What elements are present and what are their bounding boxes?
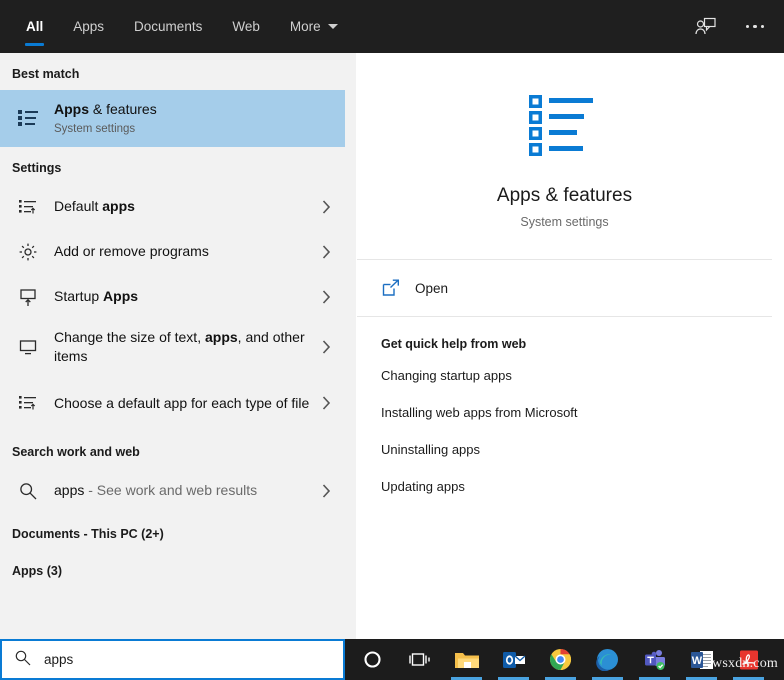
gear-icon (12, 236, 44, 268)
web-search-query: apps (54, 482, 84, 498)
setting-item-change-text-size[interactable]: Change the size of text, apps, and other… (0, 319, 345, 375)
setting-label-choose-default-app-by-file-type: Choose a default app for each type of fi… (54, 394, 315, 413)
taskbar-app-list: W (349, 639, 772, 680)
monitor-upload-icon (12, 281, 44, 313)
tab-all[interactable]: All (11, 0, 58, 53)
windows-search-panel: All Apps Documents Web More (0, 0, 784, 680)
chrome-icon[interactable] (537, 639, 584, 680)
settings-heading: Settings (0, 147, 345, 184)
apps-features-blue-list-icon (356, 93, 773, 157)
documents-group-heading: Documents - This PC (2+) (0, 513, 345, 550)
best-match-heading: Best match (0, 53, 345, 90)
preview-subtitle: System settings (356, 215, 773, 229)
setting-bold-3: apps (205, 329, 238, 345)
open-external-icon (381, 278, 407, 298)
setting-label-startup-apps: Startup Apps (54, 287, 315, 306)
open-action-button[interactable]: Open (356, 260, 773, 316)
default-apps-list-icon (12, 387, 44, 419)
quick-help-link-changing-startup-apps[interactable]: Changing startup apps (356, 357, 773, 394)
quick-help-link-updating-apps[interactable]: Updating apps (356, 468, 773, 505)
preview-title: Apps & features (356, 183, 773, 209)
monitor-icon (12, 331, 44, 363)
teams-icon[interactable] (631, 639, 678, 680)
search-icon (14, 649, 31, 671)
open-action-label: Open (415, 281, 448, 296)
quick-help-link-uninstalling-apps[interactable]: Uninstalling apps (356, 431, 773, 468)
apps-list-icon (12, 103, 44, 135)
apps-group-heading: Apps (3) (0, 550, 345, 587)
setting-pre-2: Startup (54, 288, 103, 304)
tab-documents[interactable]: Documents (119, 0, 217, 53)
setting-item-default-apps[interactable]: Default apps (0, 184, 345, 229)
tab-all-label: All (26, 19, 43, 34)
best-match-subtitle: System settings (54, 121, 337, 137)
tab-documents-label: Documents (134, 19, 202, 34)
preview-pane: Apps & features System settings Open Get… (356, 53, 773, 639)
setting-pre-0: Default (54, 198, 102, 214)
setting-pre-1: Add or remove programs (54, 243, 209, 259)
best-match-result-apps-and-features[interactable]: Apps & features System settings (0, 90, 345, 147)
setting-bold-2: Apps (103, 288, 138, 304)
setting-label-add-or-remove-programs: Add or remove programs (54, 242, 315, 261)
setting-item-startup-apps[interactable]: Startup Apps (0, 274, 345, 319)
watermark-text: wsxdn.com (712, 656, 778, 672)
chevron-down-icon (328, 24, 338, 29)
tab-more-label: More (290, 19, 321, 34)
edge-icon[interactable] (584, 639, 631, 680)
web-search-result-item[interactable]: apps - See work and web results (0, 468, 345, 513)
tabbar-actions (690, 0, 784, 53)
taskbar-search-box[interactable]: apps (0, 639, 345, 680)
ellipsis-dots (746, 25, 765, 29)
tab-web[interactable]: Web (217, 0, 275, 53)
chevron-right-icon (315, 200, 337, 214)
tab-web-label: Web (232, 19, 260, 34)
setting-item-choose-default-app-by-file-type[interactable]: Choose a default app for each type of fi… (0, 375, 345, 431)
task-view-icon[interactable] (396, 639, 443, 680)
chevron-right-icon (315, 484, 337, 498)
chevron-right-icon (315, 340, 337, 354)
chevron-right-icon (315, 290, 337, 304)
search-input-value[interactable]: apps (44, 652, 73, 667)
tab-list: All Apps Documents Web More (0, 0, 353, 53)
cortana-icon[interactable] (349, 639, 396, 680)
setting-label-change-text-size: Change the size of text, apps, and other… (54, 328, 315, 366)
svg-text:W: W (691, 655, 702, 667)
setting-pre-4: Choose a default app for each type of fi… (54, 395, 309, 411)
pane-right-edge (773, 53, 784, 639)
default-apps-list-icon (12, 191, 44, 223)
tab-apps-label: Apps (73, 19, 104, 34)
tab-more[interactable]: More (275, 0, 353, 53)
search-icon (12, 475, 44, 507)
search-results-pane: Best match Apps & features System settin… (0, 53, 345, 639)
chevron-right-icon (315, 245, 337, 259)
outlook-icon[interactable] (490, 639, 537, 680)
search-work-and-web-heading: Search work and web (0, 431, 345, 468)
search-filter-tabbar: All Apps Documents Web More (0, 0, 784, 53)
web-search-suffix: - See work and web results (84, 482, 257, 498)
best-match-text: Apps & features System settings (54, 100, 337, 137)
best-match-title-rest: & features (89, 101, 157, 117)
pane-gutter (345, 53, 356, 639)
setting-bold-0: apps (102, 198, 135, 214)
web-search-label: apps - See work and web results (54, 481, 315, 500)
quick-help-link-installing-web-apps[interactable]: Installing web apps from Microsoft (356, 394, 773, 431)
setting-label-default-apps: Default apps (54, 197, 315, 216)
tab-apps[interactable]: Apps (58, 0, 119, 53)
quick-help-heading: Get quick help from web (356, 317, 773, 357)
feedback-person-icon[interactable] (690, 12, 720, 42)
setting-item-add-or-remove-programs[interactable]: Add or remove programs (0, 229, 345, 274)
setting-pre-3: Change the size of text, (54, 329, 205, 345)
file-explorer-icon[interactable] (443, 639, 490, 680)
preview-hero: Apps & features System settings (356, 53, 773, 259)
tab-active-underline (25, 43, 44, 46)
best-match-title: Apps & features (54, 100, 337, 119)
ellipsis-icon[interactable] (740, 12, 770, 42)
best-match-title-bold: Apps (54, 101, 89, 117)
chevron-right-icon (315, 396, 337, 410)
